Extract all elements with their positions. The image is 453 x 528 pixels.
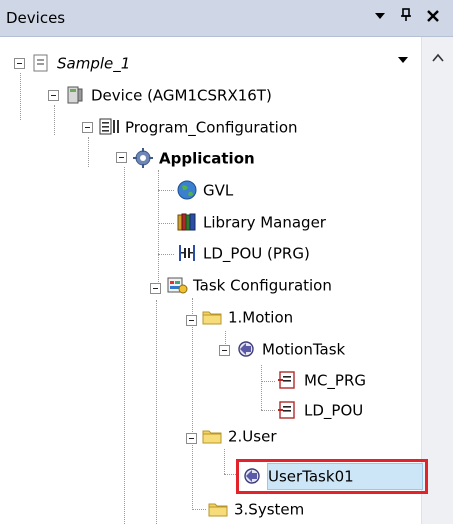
tree-line xyxy=(156,300,157,524)
tree-line xyxy=(54,105,55,135)
task-icon xyxy=(235,338,257,360)
project-dropdown-icon[interactable] xyxy=(393,53,413,73)
devices-panel: Devices Sample_1 Device (AGM1CSRX16T) Pr… xyxy=(0,0,453,524)
collapse-motion-task-toggle[interactable] xyxy=(219,345,230,356)
tree-line xyxy=(158,170,159,290)
tree-line xyxy=(20,73,21,120)
tree-node-label: Library Manager xyxy=(203,213,326,232)
tree-node-application[interactable]: Application xyxy=(132,145,255,171)
tree-node-label: MotionTask xyxy=(262,340,346,359)
tree-line xyxy=(192,298,193,510)
close-icon[interactable] xyxy=(424,7,442,27)
collapse-project-toggle[interactable] xyxy=(14,58,25,69)
tree-line xyxy=(158,254,174,255)
tree-line xyxy=(261,410,275,411)
tree-line xyxy=(261,381,275,382)
vertical-scrollbar[interactable] xyxy=(421,37,453,524)
tree-node-label: Sample_1 xyxy=(57,54,131,73)
tree-node-mc-prg[interactable]: MC_PRG xyxy=(277,367,366,393)
tree-node-device[interactable]: Device (AGM1CSRX16T) xyxy=(64,82,272,108)
panel-menu-dropdown-icon[interactable] xyxy=(371,7,389,27)
pin-icon[interactable] xyxy=(397,7,415,27)
tree-line xyxy=(224,449,225,474)
panel-title: Devices xyxy=(6,9,66,27)
folder-icon xyxy=(201,425,223,447)
tree-node-label: LD_POU xyxy=(304,401,364,420)
task-configuration-icon xyxy=(166,274,188,296)
tree-node-label: GVL xyxy=(203,181,234,200)
program-call-icon xyxy=(277,399,299,421)
tree-line xyxy=(192,509,206,510)
collapse-application-toggle[interactable] xyxy=(116,152,127,163)
program-config-icon xyxy=(98,116,120,138)
folder-icon xyxy=(201,306,223,328)
tree-node-label: Device (AGM1CSRX16T) xyxy=(91,86,272,105)
program-call-icon xyxy=(277,369,299,391)
tree-line xyxy=(158,223,174,224)
tree-node-motion-folder[interactable]: 1.Motion xyxy=(201,304,293,330)
panel-titlebar: Devices xyxy=(0,0,453,37)
tree-node-label: MC_PRG xyxy=(304,371,367,390)
tree-line xyxy=(158,190,174,191)
tree-node-gvl[interactable]: GVL xyxy=(176,177,233,203)
tree-node-motion-task[interactable]: MotionTask xyxy=(235,336,345,362)
tree-line xyxy=(88,137,89,167)
tree-node-project[interactable]: Sample_1 xyxy=(30,50,130,76)
tree-node-label: 1.Motion xyxy=(228,308,294,327)
tree-node-label: 2.User xyxy=(228,427,277,446)
folder-icon xyxy=(207,498,229,520)
tree-node-library-manager[interactable]: Library Manager xyxy=(176,209,326,235)
tree-node-label: 3.System xyxy=(234,500,305,519)
device-icon xyxy=(64,84,86,106)
gear-icon xyxy=(132,147,154,169)
tree-node-label: UserTask01 xyxy=(268,467,354,486)
collapse-device-toggle[interactable] xyxy=(48,90,59,101)
tree-node-program-configuration[interactable]: Program_Configuration xyxy=(98,114,298,140)
collapse-program-config-toggle[interactable] xyxy=(82,122,93,133)
tree-node-label: Application xyxy=(159,149,255,168)
tree-node-task-configuration[interactable]: Task Configuration xyxy=(166,272,332,298)
tree-node-system-folder[interactable]: 3.System xyxy=(207,496,304,522)
collapse-user-folder-toggle[interactable] xyxy=(186,433,197,444)
tree-node-ld-pou[interactable]: LD_POU xyxy=(277,397,363,423)
collapse-motion-folder-toggle[interactable] xyxy=(186,315,197,326)
tree-node-user-task[interactable]: UserTask01 xyxy=(241,463,354,489)
library-books-icon xyxy=(176,211,198,233)
tree-node-ld-pou-prg[interactable]: LD_POU (PRG) xyxy=(176,240,310,266)
tree-node-label: Task Configuration xyxy=(193,276,332,295)
project-file-icon xyxy=(30,52,52,74)
tree-node-label: LD_POU (PRG) xyxy=(203,244,310,263)
tree-node-label: Program_Configuration xyxy=(125,118,298,137)
globe-icon xyxy=(176,179,198,201)
collapse-task-config-toggle[interactable] xyxy=(150,283,161,294)
tree-line xyxy=(124,167,125,524)
tree-node-user-folder[interactable]: 2.User xyxy=(201,423,277,449)
scroll-up-icon[interactable] xyxy=(422,51,453,67)
ladder-program-icon xyxy=(176,242,198,264)
task-icon xyxy=(241,465,263,487)
tree-line xyxy=(261,365,262,410)
